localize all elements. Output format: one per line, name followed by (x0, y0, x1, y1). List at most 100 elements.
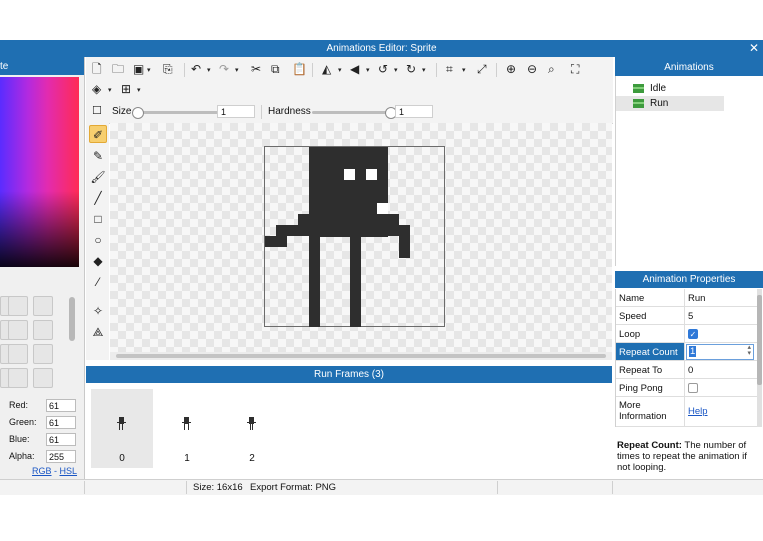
frame-label: 0 (119, 453, 125, 464)
grid-dropdown-icon[interactable]: ▾ (137, 86, 141, 94)
export-icon[interactable]: ⎘ (163, 62, 173, 76)
property-row-speed[interactable]: Speed 5 (616, 307, 757, 325)
grid-icon[interactable]: ⊞ (121, 82, 131, 96)
loop-checkbox[interactable]: ✓ (688, 329, 698, 339)
fill-bucket-icon[interactable]: ◆ (89, 252, 107, 270)
rectangle-icon[interactable]: □ (89, 210, 107, 228)
zoom-out-icon[interactable]: ⊖ (527, 62, 537, 76)
eyedropper-icon[interactable]: ⁄ (89, 273, 107, 291)
new-file-icon[interactable]: 🗋 (92, 62, 102, 76)
property-key: Ping Pong (619, 383, 663, 394)
layers-dropdown-icon[interactable]: ▾ (108, 86, 112, 94)
zoom-in-icon[interactable]: ⊕ (506, 62, 516, 76)
alpha-field[interactable]: 255 (46, 450, 76, 463)
animation-item-idle[interactable]: Idle (616, 81, 724, 96)
brush-icon[interactable]: 🖌 (89, 168, 107, 186)
ping-pong-checkbox[interactable] (688, 383, 698, 393)
property-value[interactable]: 5 (688, 311, 693, 322)
close-icon[interactable]: ✕ (749, 41, 759, 55)
blue-field[interactable]: 61 (46, 433, 76, 446)
selection-icon[interactable]: ✧ (89, 302, 107, 320)
help-link[interactable]: Help (688, 406, 708, 417)
copy-icon[interactable]: ⧉ (271, 62, 280, 76)
sprite-canvas[interactable] (264, 146, 445, 327)
redo-dropdown-icon[interactable]: ▾ (235, 66, 239, 74)
frame-thumbnail[interactable]: 2 (221, 389, 283, 468)
palette-scrollbar[interactable] (69, 297, 75, 341)
eraser-icon[interactable]: ✐ (89, 125, 107, 143)
zoom-fit-icon[interactable]: ⌕ (548, 62, 555, 76)
property-row-repeat-count[interactable]: Repeat Count 1 ▴ ▾ (616, 343, 757, 361)
save-icon[interactable]: ▣ (133, 62, 144, 76)
pencil-icon[interactable]: ✎ (89, 147, 107, 165)
rotate-left-icon[interactable]: ↺ (378, 62, 388, 76)
properties-header-label: Animation Properties (642, 274, 736, 285)
resize-icon[interactable]: ⤢ (477, 62, 487, 76)
rotate-right-icon[interactable]: ↻ (406, 62, 416, 76)
flip-vertical-icon[interactable]: ◀ (350, 62, 359, 76)
frame-thumbnail[interactable]: 0 (91, 389, 153, 468)
property-row-repeat-to[interactable]: Repeat To 0 (616, 361, 757, 379)
line-icon[interactable]: ╱ (89, 189, 107, 207)
swatch[interactable] (8, 320, 28, 340)
paste-icon[interactable]: 📋 (292, 62, 307, 76)
size-slider[interactable] (136, 111, 218, 114)
swatch[interactable] (33, 296, 53, 316)
selection-box-icon[interactable]: ☐ (92, 104, 102, 118)
swatch[interactable] (8, 344, 28, 364)
property-row-more-info[interactable]: More Information Help (616, 397, 757, 427)
size-input[interactable]: 1 (217, 105, 255, 118)
property-row-loop[interactable]: Loop ✓ (616, 325, 757, 343)
swatch[interactable] (8, 368, 28, 388)
undo-dropdown-icon[interactable]: ▾ (207, 66, 211, 74)
flip-horizontal-icon[interactable]: ◭ (322, 62, 331, 76)
swatch[interactable] (33, 368, 53, 388)
swatch[interactable] (33, 344, 53, 364)
property-key: Name (619, 293, 645, 304)
frames-header: Run Frames (3) (86, 366, 612, 383)
swatch[interactable] (8, 296, 28, 316)
zoom-actual-icon[interactable]: ⛶ (571, 62, 579, 76)
crop-dropdown-icon[interactable]: ▾ (462, 66, 466, 74)
status-size: Size: 16x16 (193, 482, 243, 493)
canvas-horizontal-scrollbar[interactable] (110, 352, 612, 360)
frame-sprite-preview (117, 417, 126, 430)
hsl-link[interactable]: HSL (60, 466, 78, 476)
flip-horizontal-dropdown-icon[interactable]: ▾ (338, 66, 342, 74)
repeat-count-input[interactable]: 1 ▴ ▾ (686, 344, 754, 360)
frame-sprite-preview (182, 417, 191, 430)
toolbar: 🗋 🗀 ▣ ▾ ⎘ ↶ ▾ ↷ ▾ ✂ ⧉ 📋 ◭ ▾ ◀ ▾ ↺ ▾ ↻ ▾ … (86, 57, 613, 124)
green-field[interactable]: 61 (46, 416, 76, 429)
rgb-link[interactable]: RGB (32, 466, 52, 476)
open-folder-icon[interactable]: 🗀 (112, 62, 124, 76)
size-slider-knob[interactable] (132, 107, 144, 119)
mode-separator: - (51, 466, 60, 476)
cut-icon[interactable]: ✂ (251, 62, 261, 76)
frames-header-label: Run Frames (3) (313, 369, 384, 380)
frame-thumbnail[interactable]: 1 (156, 389, 218, 468)
flip-vertical-dropdown-icon[interactable]: ▾ (366, 66, 370, 74)
ellipse-icon[interactable]: ○ (89, 231, 107, 249)
property-row-name[interactable]: Name Run (616, 289, 757, 307)
red-field[interactable]: 61 (46, 399, 76, 412)
hardness-slider[interactable] (312, 111, 392, 114)
animation-item-run[interactable]: Run (616, 96, 724, 111)
property-row-ping-pong[interactable]: Ping Pong (616, 379, 757, 397)
save-dropdown-icon[interactable]: ▾ (147, 66, 151, 74)
hardness-input[interactable]: 1 (395, 105, 433, 118)
rotate-left-dropdown-icon[interactable]: ▾ (394, 66, 398, 74)
property-value[interactable]: 0 (688, 365, 693, 376)
swatch[interactable] (33, 320, 53, 340)
properties-scrollbar[interactable] (757, 289, 762, 427)
frame-sprite-preview (247, 417, 256, 430)
crop-icon[interactable]: ⌗ (446, 62, 453, 76)
move-points-icon[interactable]: ⟁ (89, 323, 107, 341)
undo-icon[interactable]: ↶ (191, 62, 201, 76)
redo-icon[interactable]: ↷ (219, 62, 229, 76)
rotate-right-dropdown-icon[interactable]: ▾ (422, 66, 426, 74)
property-value[interactable]: Run (688, 293, 705, 304)
layers-icon[interactable]: ◈ (92, 82, 101, 96)
color-picker-field[interactable] (0, 77, 79, 267)
spinner-icon[interactable]: ▴ ▾ (747, 344, 751, 357)
alpha-label: Alpha: (9, 451, 35, 461)
